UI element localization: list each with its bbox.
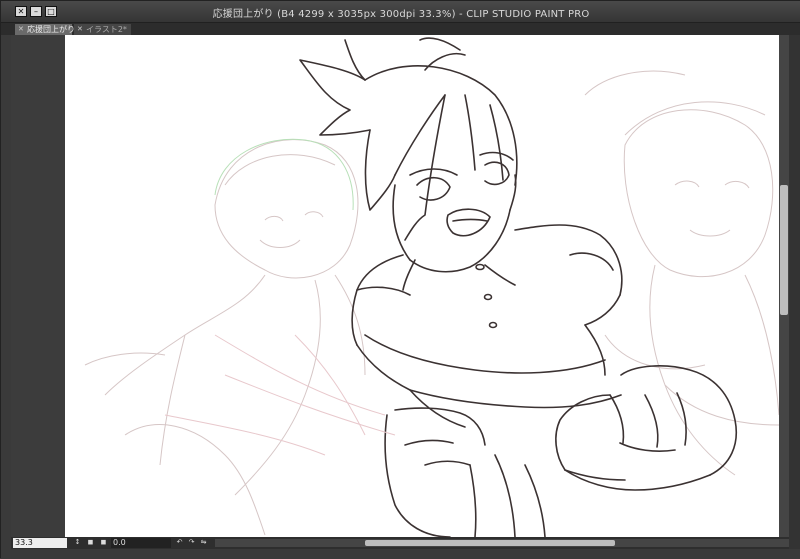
vertical-scroll-thumb[interactable] xyxy=(780,185,788,315)
sketch-green-guide xyxy=(214,138,354,211)
title-bar[interactable]: ✕ – □ 応援団上がり (B4 4299 x 3035px 300dpi 33… xyxy=(1,1,800,23)
sketch-left-figure xyxy=(84,139,366,536)
horizontal-scroll-thumb[interactable] xyxy=(365,540,615,546)
document-tab-bar: ✕ 応援団上がり ✕ イラスト2* xyxy=(1,23,800,35)
lineart-main-figure xyxy=(299,37,737,537)
horizontal-scrollbar[interactable] xyxy=(215,539,789,547)
rotate-right-icon[interactable]: ↷ xyxy=(187,538,196,547)
zoom-level-field[interactable]: 33.3 xyxy=(13,538,67,548)
tab-label: イラスト2* xyxy=(86,25,127,34)
canvas-artwork xyxy=(84,37,779,537)
tab-document-2[interactable]: ✕ イラスト2* xyxy=(74,24,131,35)
window-right-edge xyxy=(789,35,800,559)
zoom-fit-icon[interactable]: ◼ xyxy=(86,538,95,547)
drawing-canvas[interactable] xyxy=(65,35,779,537)
canvas-status-bar: 33.3 ↕ ◼ ◼ 0.0 ↶ ↷ ⇋ xyxy=(11,537,789,549)
zoom-stepper-icon[interactable]: ↕ xyxy=(73,538,82,547)
tab-close-icon[interactable]: ✕ xyxy=(18,26,24,33)
tab-label: 応援団上がり xyxy=(27,25,75,34)
sketch-right-figure xyxy=(584,70,779,476)
app-window: ✕ – □ 応援団上がり (B4 4299 x 3035px 300dpi 33… xyxy=(0,0,800,559)
canvas-gutter xyxy=(11,35,66,537)
window-title: 応援団上がり (B4 4299 x 3035px 300dpi 33.3%) -… xyxy=(212,9,590,20)
zoom-fit-window-icon[interactable]: ◼ xyxy=(99,538,108,547)
rotate-left-icon[interactable]: ↶ xyxy=(175,538,184,547)
vertical-scrollbar[interactable] xyxy=(779,35,789,537)
rotation-angle-field[interactable]: 0.0 xyxy=(111,538,171,548)
flip-horizontal-icon[interactable]: ⇋ xyxy=(199,538,208,547)
tab-document-1[interactable]: ✕ 応援団上がり xyxy=(15,24,75,35)
tab-close-icon[interactable]: ✕ xyxy=(77,26,83,33)
sketch-construction-lines xyxy=(164,334,396,456)
